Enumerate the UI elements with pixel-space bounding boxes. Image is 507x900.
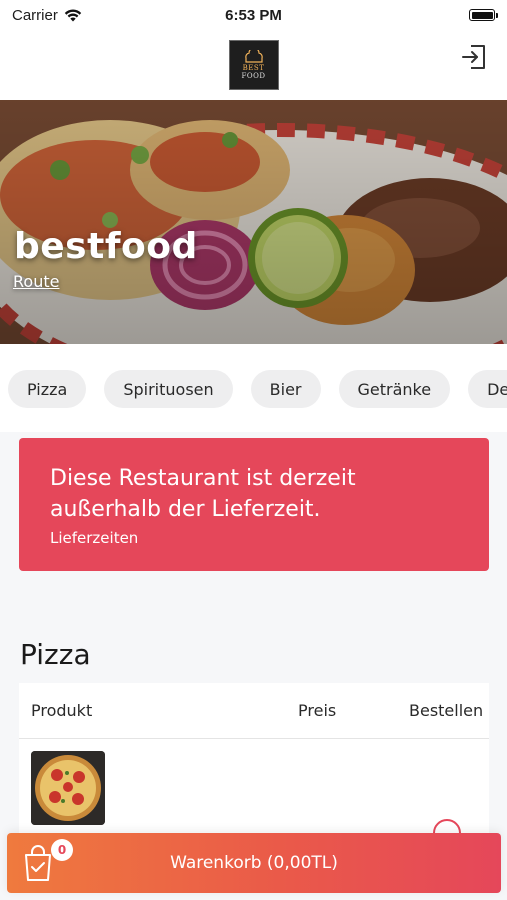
logo-text-top: BEST bbox=[242, 64, 265, 72]
category-chip-spirituosen[interactable]: Spirituosen bbox=[104, 370, 233, 408]
status-bar: Carrier 6:53 PM bbox=[0, 0, 507, 30]
product-table: Produkt Preis Bestellen bbox=[19, 683, 489, 847]
cart-button[interactable]: 0 Warenkorb (0,00TL) bbox=[7, 833, 501, 893]
status-left: Carrier bbox=[12, 7, 82, 24]
cart-count-badge: 0 bbox=[51, 839, 73, 861]
column-header-price: Preis bbox=[298, 701, 337, 720]
cart-label: Warenkorb (0,00TL) bbox=[170, 853, 338, 873]
category-bar: Pizza Spirituosen Bier Getränke De bbox=[0, 344, 507, 432]
restaurant-name: bestfood bbox=[14, 226, 198, 267]
hero-food-image bbox=[0, 100, 507, 344]
alert-message: Diese Restaurant ist derzeit außerhalb d… bbox=[50, 466, 356, 522]
route-link[interactable]: Route bbox=[13, 272, 59, 291]
delivery-times-link[interactable]: Lieferzeiten bbox=[50, 529, 458, 547]
category-chip-getraenke[interactable]: Getränke bbox=[338, 370, 451, 408]
column-header-order: Bestellen bbox=[409, 701, 484, 720]
logo-text-bottom: FOOD bbox=[241, 72, 266, 80]
carrier-label: Carrier bbox=[12, 6, 58, 24]
delivery-closed-alert: Diese Restaurant ist derzeit außerhalb d… bbox=[19, 438, 489, 571]
category-chip-pizza[interactable]: Pizza bbox=[8, 370, 87, 408]
restaurant-logo[interactable]: BEST FOOD bbox=[228, 40, 279, 90]
wifi-icon bbox=[64, 9, 82, 21]
product-image[interactable] bbox=[31, 751, 105, 825]
category-chip-bier[interactable]: Bier bbox=[250, 370, 321, 408]
column-header-product: Produkt bbox=[31, 701, 93, 720]
logout-button[interactable] bbox=[459, 42, 489, 72]
nav-bar: BEST FOOD bbox=[0, 30, 507, 100]
category-chip-partial[interactable]: De bbox=[468, 370, 507, 408]
battery-icon bbox=[469, 9, 498, 21]
chef-hat-icon bbox=[244, 50, 263, 63]
hero-banner: bestfood Route bbox=[0, 100, 507, 344]
pizza-image bbox=[31, 751, 105, 825]
table-header: Produkt Preis Bestellen bbox=[19, 683, 489, 739]
category-track: Pizza Spirituosen Bier Getränke De bbox=[8, 370, 507, 408]
logout-icon bbox=[462, 45, 485, 69]
shopping-bag-icon bbox=[25, 845, 51, 881]
section-title: Pizza bbox=[20, 638, 91, 671]
